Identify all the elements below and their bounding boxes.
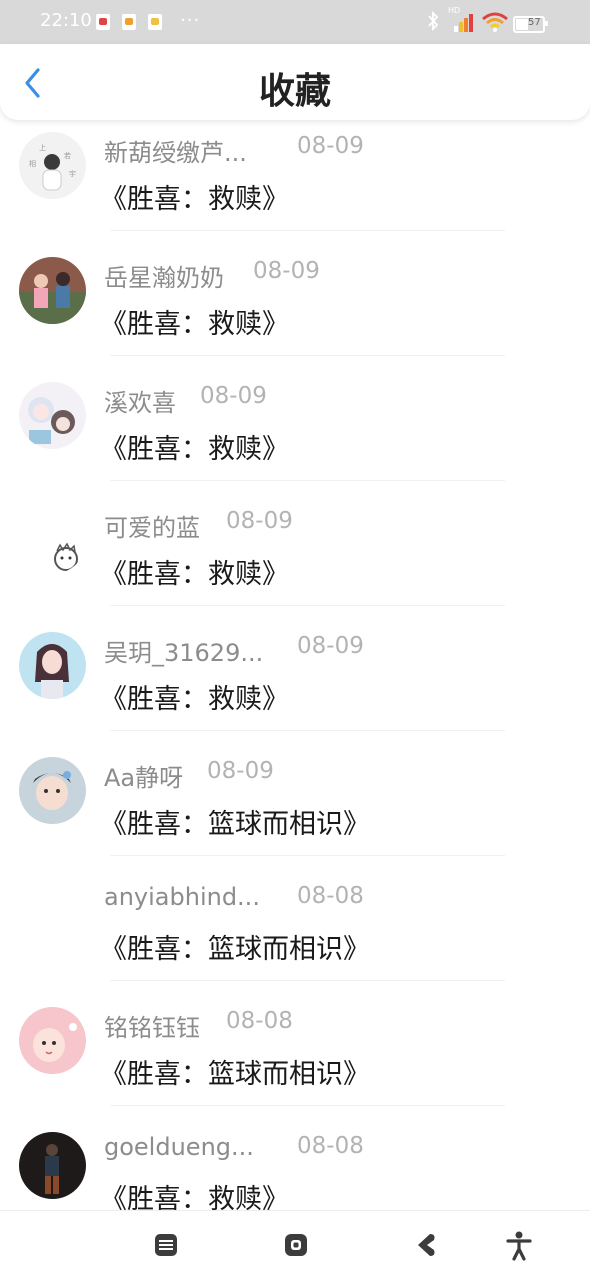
item-title: 《胜喜：救赎》 <box>100 559 289 590</box>
list-item[interactable]: 上若相宇 新葫绶缴芦... 08-09 《胜喜：救赎》 <box>0 125 590 250</box>
date: 08-09 <box>297 133 364 159</box>
bluetooth-icon <box>426 10 440 37</box>
item-title: 《胜喜：救赎》 <box>100 684 289 715</box>
item-title: 《胜喜：救赎》 <box>100 309 289 340</box>
signal-icon: HD <box>448 6 476 32</box>
avatar[interactable] <box>19 882 86 949</box>
favorites-list[interactable]: 上若相宇 新葫绶缴芦... 08-09 《胜喜：救赎》 岳星瀚奶奶 08-09 … <box>0 0 590 1210</box>
divider <box>110 480 505 481</box>
username: 吴玥_31629... <box>104 639 264 667</box>
wifi-icon <box>481 12 509 32</box>
divider <box>110 605 505 606</box>
date: 08-09 <box>200 383 267 409</box>
navigation-bar <box>0 1210 590 1281</box>
divider <box>110 230 505 231</box>
divider <box>110 730 505 731</box>
avatar[interactable] <box>19 507 86 574</box>
svg-text:宇: 宇 <box>69 169 76 178</box>
red-app-icon <box>96 14 110 30</box>
item-title: 《胜喜：篮球而相识》 <box>100 1059 370 1090</box>
date: 08-08 <box>297 1133 364 1159</box>
item-title: 《胜喜：篮球而相识》 <box>100 934 370 965</box>
network-label: HD <box>448 6 461 15</box>
date: 08-09 <box>297 633 364 659</box>
date: 08-08 <box>297 883 364 909</box>
list-item[interactable]: 溪欢喜 08-09 《胜喜：救赎》 <box>0 375 590 500</box>
battery-level: 57 <box>528 17 541 28</box>
divider <box>110 855 505 856</box>
avatar[interactable] <box>19 1007 86 1074</box>
avatar[interactable] <box>19 382 86 449</box>
back-icon[interactable] <box>412 1231 442 1261</box>
yellow-app-icon <box>148 14 162 30</box>
username: goeldueng... <box>104 1133 254 1161</box>
status-time: 22:10 <box>40 10 92 31</box>
username: anyiabhind... <box>104 883 260 911</box>
list-item[interactable]: 吴玥_31629... 08-09 《胜喜：救赎》 <box>0 625 590 750</box>
divider <box>110 980 505 981</box>
header: 收藏 <box>0 44 590 120</box>
list-item[interactable]: 铭铭钰钰 08-08 《胜喜：篮球而相识》 <box>0 1000 590 1125</box>
more-notifications: ··· <box>180 10 201 31</box>
avatar[interactable] <box>19 757 86 824</box>
list-item[interactable]: anyiabhind... 08-08 《胜喜：篮球而相识》 <box>0 875 590 1000</box>
item-title: 《胜喜：救赎》 <box>100 1184 289 1210</box>
item-title: 《胜喜：救赎》 <box>100 184 289 215</box>
orange-app-icon <box>122 14 136 30</box>
list-item[interactable]: goeldueng... 08-08 《胜喜：救赎》 <box>0 1125 590 1210</box>
svg-text:相: 相 <box>29 159 36 168</box>
username: 新葫绶缴芦... <box>104 139 247 167</box>
avatar[interactable] <box>19 1132 86 1199</box>
username: 铭铭钰钰 <box>104 1014 200 1042</box>
username: 溪欢喜 <box>104 389 176 417</box>
svg-text:上: 上 <box>39 143 46 152</box>
date: 08-09 <box>253 258 320 284</box>
avatar[interactable]: 上若相宇 <box>19 132 86 199</box>
page-title: 收藏 <box>258 71 331 112</box>
list-item[interactable]: Aa静呀 08-09 《胜喜：篮球而相识》 <box>0 750 590 875</box>
list-item[interactable]: 可爱的蓝 08-09 《胜喜：救赎》 <box>0 500 590 625</box>
date: 08-08 <box>226 1008 293 1034</box>
menu-icon[interactable] <box>152 1231 182 1261</box>
item-title: 《胜喜：救赎》 <box>100 434 289 465</box>
home-icon[interactable] <box>282 1231 312 1261</box>
date: 08-09 <box>226 508 293 534</box>
username: 岳星瀚奶奶 <box>104 264 224 292</box>
accessibility-icon[interactable] <box>505 1231 535 1261</box>
date: 08-09 <box>207 758 274 784</box>
item-title: 《胜喜：篮球而相识》 <box>100 809 370 840</box>
battery-icon: 57 <box>513 16 548 33</box>
svg-text:若: 若 <box>64 151 71 160</box>
username: 可爱的蓝 <box>104 514 200 542</box>
status-bar: 22:10 ··· HD 57 <box>0 0 590 44</box>
avatar[interactable] <box>19 257 86 324</box>
divider <box>110 355 505 356</box>
divider <box>110 1105 505 1106</box>
avatar[interactable] <box>19 632 86 699</box>
list-item[interactable]: 岳星瀚奶奶 08-09 《胜喜：救赎》 <box>0 250 590 375</box>
username: Aa静呀 <box>104 764 184 792</box>
